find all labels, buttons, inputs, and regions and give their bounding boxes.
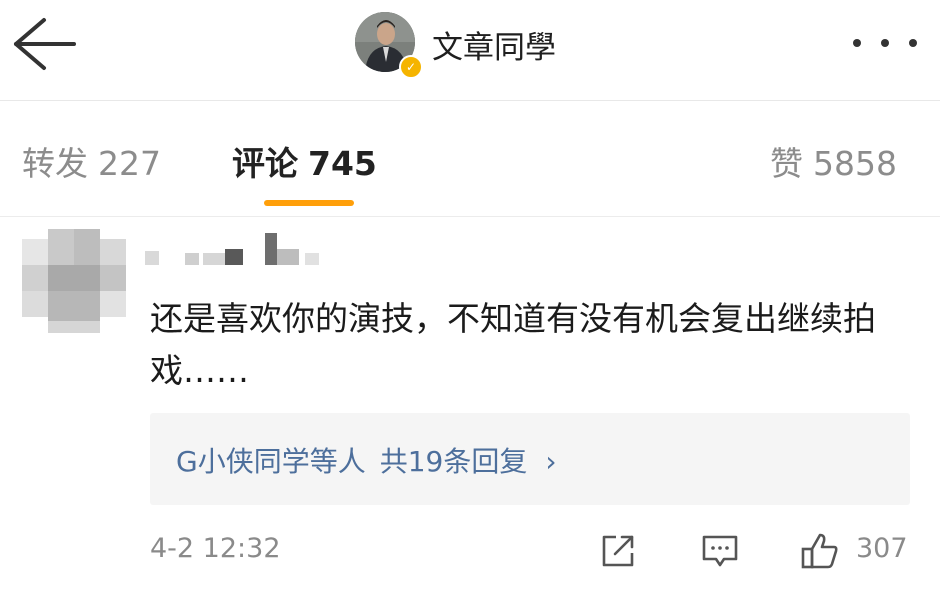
reply-count: 共19条回复 bbox=[379, 445, 528, 478]
tab-likes[interactable]: 赞 5858 bbox=[770, 137, 897, 185]
tab-bar: 转发 227 评论 745 赞 5858 bbox=[0, 101, 940, 217]
comment-item: 还是喜欢你的演技，不知道有没有机会复出继续拍戏…… G小侠同学等人 共19条回复 ›… bbox=[0, 217, 940, 599]
tab-comments[interactable]: 评论 745 bbox=[232, 137, 377, 185]
share-icon[interactable] bbox=[598, 531, 638, 571]
chevron-right-icon: › bbox=[545, 445, 557, 478]
replies-summary-text: G小侠同学等人 共19条回复 › bbox=[176, 440, 557, 480]
comment-timestamp: 4-2 12:32 bbox=[150, 533, 281, 564]
tab-count: 745 bbox=[308, 144, 377, 183]
page-title: 文章同學 bbox=[432, 30, 556, 66]
commenter-avatar-blurred[interactable] bbox=[22, 229, 126, 333]
reply-users: G小侠同学等人 bbox=[176, 445, 366, 478]
tab-repost[interactable]: 转发 227 bbox=[22, 137, 161, 185]
replies-summary[interactable]: G小侠同学等人 共19条回复 › bbox=[150, 413, 910, 505]
tab-label: 转发 bbox=[22, 144, 88, 183]
tab-count: 5858 bbox=[813, 144, 897, 183]
comment-text: 还是喜欢你的演技，不知道有没有机会复出继续拍戏…… bbox=[150, 299, 876, 390]
tab-label: 评论 bbox=[232, 144, 298, 183]
more-dots-icon[interactable] bbox=[850, 36, 920, 50]
comment-icon[interactable] bbox=[700, 531, 740, 571]
verified-badge-icon: ✓ bbox=[399, 55, 423, 79]
commenter-name-blurred[interactable] bbox=[145, 229, 325, 273]
active-tab-indicator bbox=[264, 200, 354, 206]
back-arrow-icon[interactable] bbox=[8, 14, 78, 74]
tab-label: 赞 bbox=[770, 144, 803, 183]
top-bar: ✓ 文章同學 bbox=[0, 0, 940, 101]
tab-count: 227 bbox=[98, 144, 161, 183]
like-count: 307 bbox=[856, 533, 908, 564]
thumbs-up-icon[interactable] bbox=[800, 531, 840, 571]
